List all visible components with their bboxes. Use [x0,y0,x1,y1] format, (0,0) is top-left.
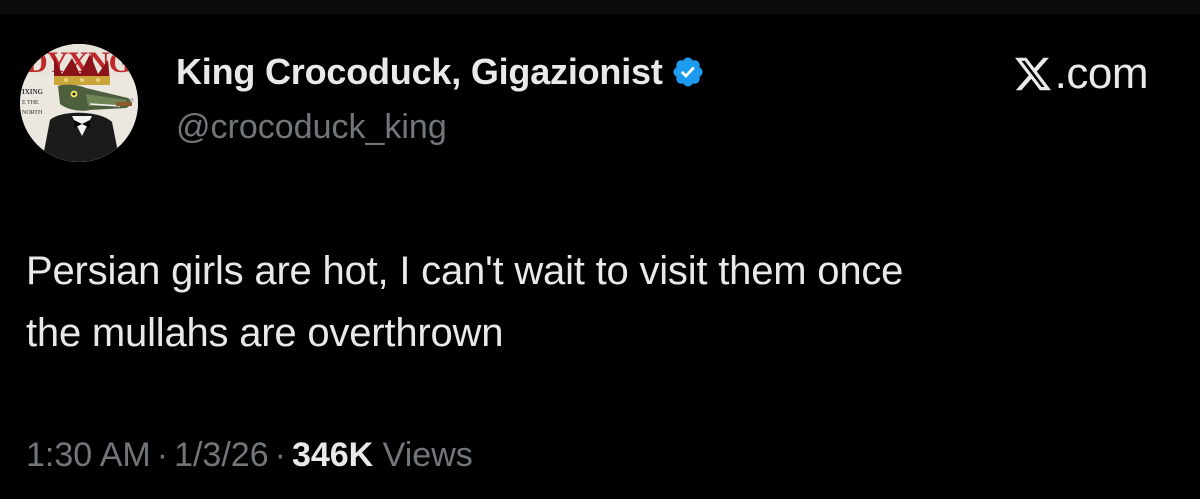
brand-domain-text: .com [1054,49,1149,98]
tweet-time[interactable]: 1:30 AM [26,436,151,474]
author-handle[interactable]: @crocoduck_king [176,108,447,147]
avatar[interactable]: DYXNG IXING E THE NORTH [20,44,138,162]
views-count: 346K [291,436,374,474]
svg-text:E THE: E THE [22,100,39,106]
svg-text:IXING: IXING [22,88,44,96]
tweet-date[interactable]: 1/3/26 [174,436,269,474]
meta-separator: · [156,436,169,474]
views-label: Views [382,436,473,474]
tweet-text: Persian girls are hot, I can't wait to v… [26,240,1146,364]
author-name-row: King Crocoduck, Gigazionist [176,50,705,94]
x-logo-icon [1014,57,1051,91]
brand-x-com: .com [1013,49,1149,98]
svg-text:NORTH: NORTH [22,110,43,116]
meta-separator: · [274,436,286,474]
tweet-meta: 1:30 AM · 1/3/26 · 346K Views [26,436,473,475]
crowned-crocodile-avatar-icon: DYXNG IXING E THE NORTH [20,44,138,162]
verified-badge-icon[interactable] [671,55,705,89]
author-display-name[interactable]: King Crocoduck, Gigazionist [176,51,663,93]
top-edge-strip [0,0,1200,14]
tweet-text-line: the mullahs are overthrown [26,311,504,355]
tweet-text-line: Persian girls are hot, I can't wait to v… [26,249,904,293]
